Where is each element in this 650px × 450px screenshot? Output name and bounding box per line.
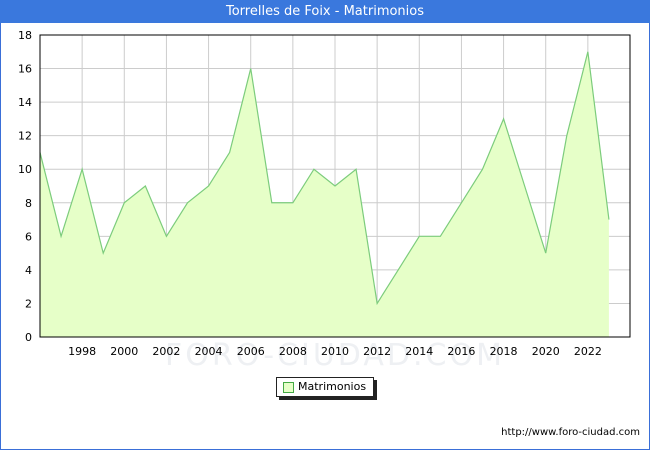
y-tick-label: 6	[25, 230, 32, 243]
x-tick-label: 2004	[195, 345, 223, 358]
y-tick-label: 14	[18, 96, 32, 109]
y-tick-label: 12	[18, 130, 32, 143]
y-tick-label: 18	[18, 29, 32, 42]
y-tick-label: 8	[25, 197, 32, 210]
x-tick-label: 2020	[532, 345, 560, 358]
x-tick-label: 2014	[405, 345, 433, 358]
x-tick-label: 2022	[574, 345, 602, 358]
x-tick-label: 2018	[490, 345, 518, 358]
y-tick-label: 10	[18, 163, 32, 176]
legend: Matrimonios	[276, 377, 374, 397]
x-tick-label: 2016	[447, 345, 475, 358]
y-tick-label: 2	[25, 297, 32, 310]
x-tick-label: 2010	[321, 345, 349, 358]
x-tick-label: 2000	[110, 345, 138, 358]
y-tick-label: 0	[25, 331, 32, 344]
source-url: http://www.foro-ciudad.com	[501, 427, 640, 438]
x-tick-label: 2006	[237, 345, 265, 358]
x-tick-label: 2008	[279, 345, 307, 358]
x-tick-label: 1998	[68, 345, 96, 358]
x-tick-label: 2012	[363, 345, 391, 358]
x-tick-label: 2002	[152, 345, 180, 358]
legend-label: Matrimonios	[298, 380, 367, 393]
y-tick-label: 16	[18, 63, 32, 76]
legend-swatch	[283, 382, 294, 393]
y-tick-label: 4	[25, 264, 32, 277]
